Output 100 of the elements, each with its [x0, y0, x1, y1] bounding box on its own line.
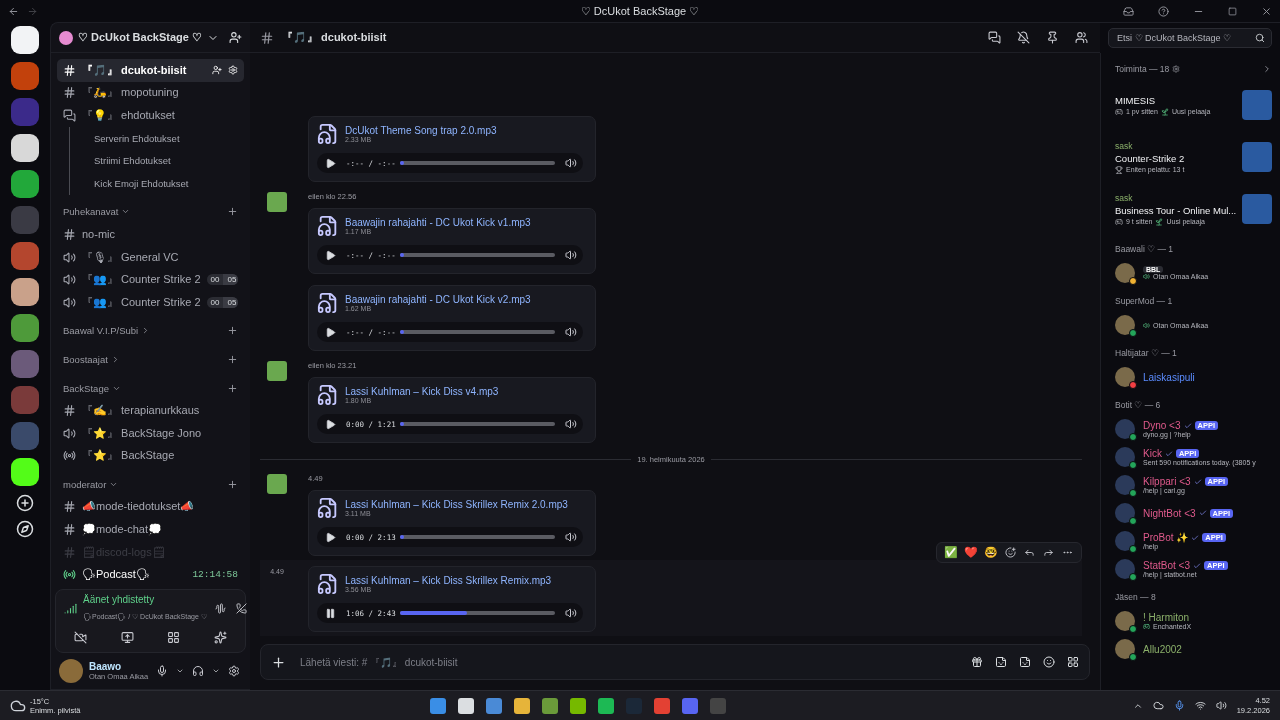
reaction-button[interactable]: ✅: [943, 546, 959, 559]
progress-track[interactable]: [400, 611, 555, 615]
soundboard-button[interactable]: [211, 629, 229, 646]
volume-button[interactable]: [563, 155, 579, 171]
progress-track[interactable]: [400, 253, 555, 257]
sticker-icon[interactable]: [1019, 656, 1031, 668]
threads-button[interactable]: [986, 29, 1003, 46]
taskbar-app-icon[interactable]: [542, 697, 558, 714]
inbox-icon[interactable]: [1123, 5, 1134, 17]
plus-icon[interactable]: [227, 325, 238, 337]
maximize-icon[interactable]: [1228, 6, 1237, 16]
channel-item[interactable]: 『💡』 ehdotukset: [57, 104, 244, 127]
volume-icon[interactable]: [1215, 700, 1227, 711]
mute-button[interactable]: [1015, 29, 1032, 46]
grid-icon: [167, 631, 181, 644]
chevron-down-icon[interactable]: [176, 667, 184, 675]
channel-item[interactable]: 『🛵』 mopotuning: [57, 81, 244, 105]
file-name[interactable]: Lassi Kuhlman – Kick Diss Skrillex Remix.mp3: [345, 575, 552, 586]
taskbar-app-icon[interactable]: [458, 697, 474, 714]
search-bar[interactable]: Etsi ♡ DcUkot BackStage ♡: [1108, 28, 1272, 48]
invite-icon[interactable]: [229, 31, 242, 44]
noise-suppression-button[interactable]: [212, 601, 228, 616]
message-input[interactable]: Lähetä viesti: # 『🎵』 dcukot-biisit: [298, 655, 959, 669]
settings-icon[interactable]: [1172, 65, 1181, 73]
category-header[interactable]: Puhekanavat: [63, 206, 119, 218]
channel-item[interactable]: 『👥』 Counter Strike 2 00 05: [57, 290, 244, 314]
channel-item[interactable]: 『⭐』 BackStage Jono: [57, 421, 244, 445]
phone-off-icon: [235, 603, 247, 614]
progress-track[interactable]: [400, 535, 555, 539]
screen-share-button[interactable]: [118, 629, 136, 646]
member-item[interactable]: Laiskasipuli: [1115, 363, 1272, 391]
plus-icon[interactable]: [271, 654, 286, 670]
gift-icon[interactable]: [971, 656, 983, 668]
channel-item[interactable]: no-mic: [57, 223, 244, 246]
taskbar-app-icon[interactable]: [514, 697, 530, 714]
taskbar-app-icon[interactable]: [570, 697, 586, 714]
microphone-icon[interactable]: [1173, 700, 1185, 711]
chevron-right-icon[interactable]: [1262, 64, 1272, 74]
file-name[interactable]: Baawajin rahajahti - DC Ukot Kick v2.mp3: [345, 294, 531, 305]
taskbar-app-icon[interactable]: [598, 697, 614, 714]
user-avatar[interactable]: [59, 659, 83, 683]
server-icon[interactable]: [11, 26, 39, 54]
server-icon[interactable]: [11, 278, 39, 306]
progress-track[interactable]: [400, 422, 555, 426]
discover-icon[interactable]: [16, 520, 34, 538]
add-server-icon[interactable]: [16, 494, 34, 512]
help-icon[interactable]: [1158, 5, 1169, 17]
plus-icon[interactable]: [227, 478, 238, 490]
camera-off-button[interactable]: [72, 629, 89, 646]
close-icon[interactable]: [1261, 5, 1272, 17]
reaction-button[interactable]: 🤓: [983, 546, 999, 559]
channel-item[interactable]: 『🎙』 General VC: [57, 245, 244, 269]
channel-item[interactable]: 💭mode-chat💭: [57, 518, 244, 541]
emoji-icon[interactable]: [1043, 656, 1055, 668]
back-icon[interactable]: [8, 5, 19, 17]
message-composer[interactable]: Lähetä viesti: # 『🎵』 dcukot-biisit: [260, 644, 1090, 680]
category-header[interactable]: Boostaajat: [63, 353, 108, 365]
thread-item[interactable]: Striimi Ehdotukset: [69, 149, 244, 172]
invite-icon[interactable]: [212, 65, 222, 76]
progress-track[interactable]: [400, 161, 555, 165]
member-item[interactable]: Allu2002: [1115, 635, 1272, 663]
progress-track[interactable]: [400, 330, 555, 334]
file-name[interactable]: Baawajin rahajahti - DC Ukot Kick v1.mp3: [345, 217, 531, 228]
volume-button[interactable]: [563, 247, 579, 263]
plus-icon[interactable]: [227, 206, 238, 218]
thread-item[interactable]: Serverin Ehdotukset: [69, 126, 244, 150]
headphones-button[interactable]: [190, 663, 206, 679]
server-icon[interactable]: [11, 134, 39, 162]
members-button[interactable]: [1073, 29, 1090, 46]
search-field[interactable]: Etsi ♡ DcUkot BackStage ♡: [1115, 32, 1255, 44]
cloud-icon[interactable]: [1152, 700, 1164, 711]
thread-item[interactable]: Kick Emoji Ehdotukset: [69, 171, 244, 195]
channel-item[interactable]: 『👥』 Counter Strike 2 00 05: [57, 268, 244, 291]
category-header[interactable]: Baawal V.I.P/Subi: [63, 325, 139, 337]
settings-button[interactable]: [226, 663, 242, 679]
server-icon[interactable]: [11, 458, 39, 486]
disconnect-button[interactable]: [233, 601, 249, 616]
plus-icon[interactable]: [227, 382, 238, 394]
plus-icon[interactable]: [227, 353, 238, 365]
server-name[interactable]: ♡ DcUkot BackStage ♡: [78, 31, 202, 44]
volume-button[interactable]: [563, 416, 579, 432]
chevron-down-icon[interactable]: [212, 667, 220, 675]
volume-button[interactable]: [563, 324, 579, 340]
server-icon[interactable]: [11, 170, 39, 198]
file-name[interactable]: Lassi Kuhlman – Kick Diss Skrillex Remix 2.0.mp3: [345, 499, 568, 510]
volume-button[interactable]: [563, 605, 579, 621]
apps-icon[interactable]: [1067, 656, 1079, 668]
channel-item[interactable]: 🗣Podcast🗣 12:14:58: [57, 563, 244, 587]
channel-item[interactable]: 『⭐』 BackStage: [57, 444, 244, 468]
volume-button[interactable]: [563, 529, 579, 545]
add-reaction-button[interactable]: [1003, 545, 1018, 560]
channel-item[interactable]: 📣mode-tiedotukset📣: [57, 495, 244, 519]
reaction-button[interactable]: ❤: [963, 546, 979, 559]
channel-item[interactable]: 『✍』 terapianurkkaus: [57, 399, 244, 422]
channel-item[interactable]: 『🎵』 dcukot-biisit: [57, 59, 244, 82]
file-name[interactable]: DcUkot Theme Song trap 2.0.mp3: [345, 125, 497, 136]
file-name[interactable]: Lassi Kuhlman – Kick Diss v4.mp3: [345, 386, 499, 397]
category-header[interactable]: BackStage: [63, 382, 109, 394]
network-icon[interactable]: [1194, 700, 1206, 711]
category-header[interactable]: moderator: [63, 478, 107, 490]
